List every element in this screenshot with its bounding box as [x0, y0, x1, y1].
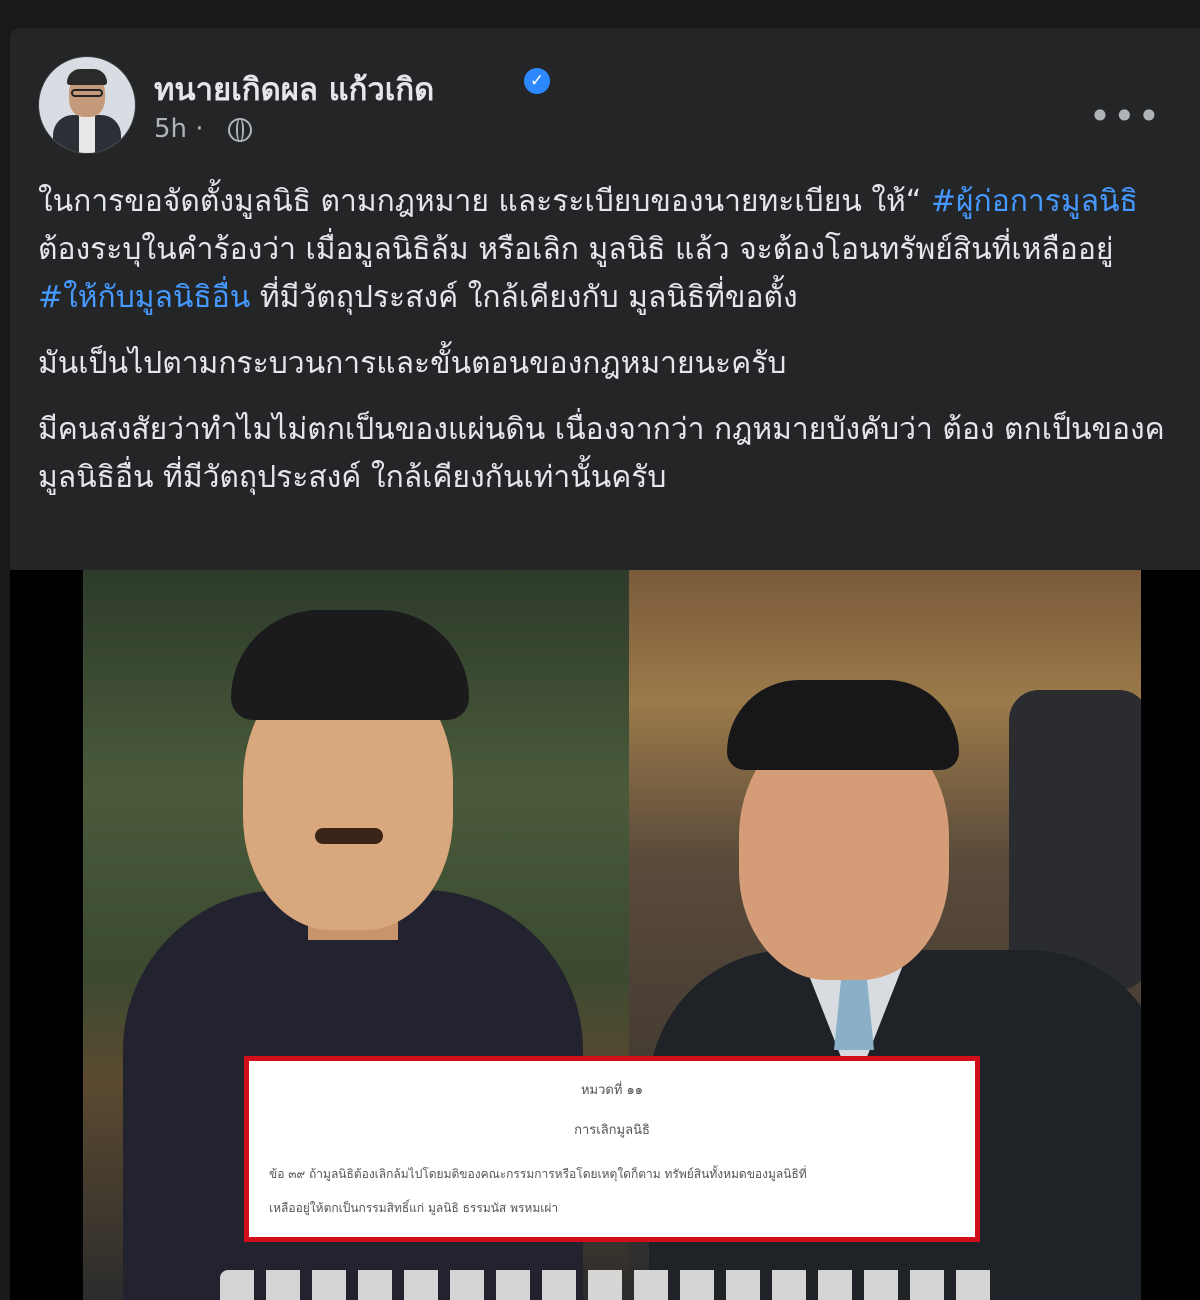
- post-paragraph-2: มันเป็นไปตามกระบวนการและขั้นตอนของกฎหมาย…: [38, 346, 787, 381]
- author-name[interactable]: ทนายเกิดผล แก้วเกิด: [154, 64, 434, 114]
- document-heading-title: การเลิกมูลนิธิ: [574, 1123, 650, 1138]
- left-man-moustache: [315, 828, 383, 844]
- globe-icon: [228, 118, 252, 142]
- document-clause-line: ข้อ ๓๙ ถ้ามูลนิธิต้องเลิกล้มไปโดยมติของค…: [269, 1167, 807, 1181]
- post-image[interactable]: หมวดที่ ๑๑ การเลิกมูลนิธิ ข้อ ๓๙ ถ้ามูลน…: [10, 570, 1200, 1300]
- author-avatar[interactable]: [38, 56, 136, 154]
- document-clause-line: เหลืออยู่ให้ตกเป็นกรรมสิทธิ์แก่ มูลนิธิ …: [269, 1201, 559, 1215]
- hashtag-link[interactable]: #ให้กับมูลนิธิอื่น: [38, 280, 250, 315]
- post-time[interactable]: 5h ·: [154, 114, 204, 144]
- document-excerpt: หมวดที่ ๑๑ การเลิกมูลนิธิ ข้อ ๓๙ ถ้ามูลน…: [244, 1056, 980, 1242]
- more-options-button[interactable]: •••: [1089, 97, 1162, 135]
- text-segment: ที่มีวัตถุประสงค์ ใกล้เคียงกับ มูลนิธิที…: [250, 280, 798, 315]
- post-text: ในการขอจัดตั้งมูลนิธิ ตามกฎหมาย และระเบี…: [38, 178, 1178, 520]
- image-caption-cropped: [220, 1270, 1000, 1300]
- post-paragraph-1: ในการขอจัดตั้งมูลนิธิ ตามกฎหมาย และระเบี…: [38, 178, 1178, 322]
- avatar-shirt: [79, 115, 95, 153]
- right-man-hair: [727, 680, 959, 770]
- verified-badge-icon: ✓: [524, 68, 550, 94]
- hashtag-link[interactable]: #ผู้ก่อการมูลนิธิ: [931, 184, 1138, 219]
- left-man-hair: [231, 610, 469, 720]
- text-segment: ในการขอจัดตั้งมูลนิธิ ตามกฎหมาย และระเบี…: [38, 184, 931, 219]
- avatar-hair: [67, 69, 107, 85]
- facebook-post: ทนายเกิดผล แก้วเกิด ✓ 5h · ••• ในการขอจั…: [10, 28, 1200, 1300]
- document-heading-chapter: หมวดที่ ๑๑: [580, 1083, 644, 1098]
- post-header: ทนายเกิดผล แก้วเกิด ✓ 5h · •••: [38, 56, 1200, 156]
- post-paragraph-3: มีคนสงสัยว่าทำไมไม่ตกเป็นของแผ่นดิน เนื่…: [38, 412, 1165, 495]
- text-segment: ต้องระบุในคำร้องว่า เมื่อมูลนิธิล้ม หรือ…: [38, 232, 1114, 267]
- right-man-chair: [1009, 690, 1141, 990]
- avatar-glasses: [71, 89, 103, 97]
